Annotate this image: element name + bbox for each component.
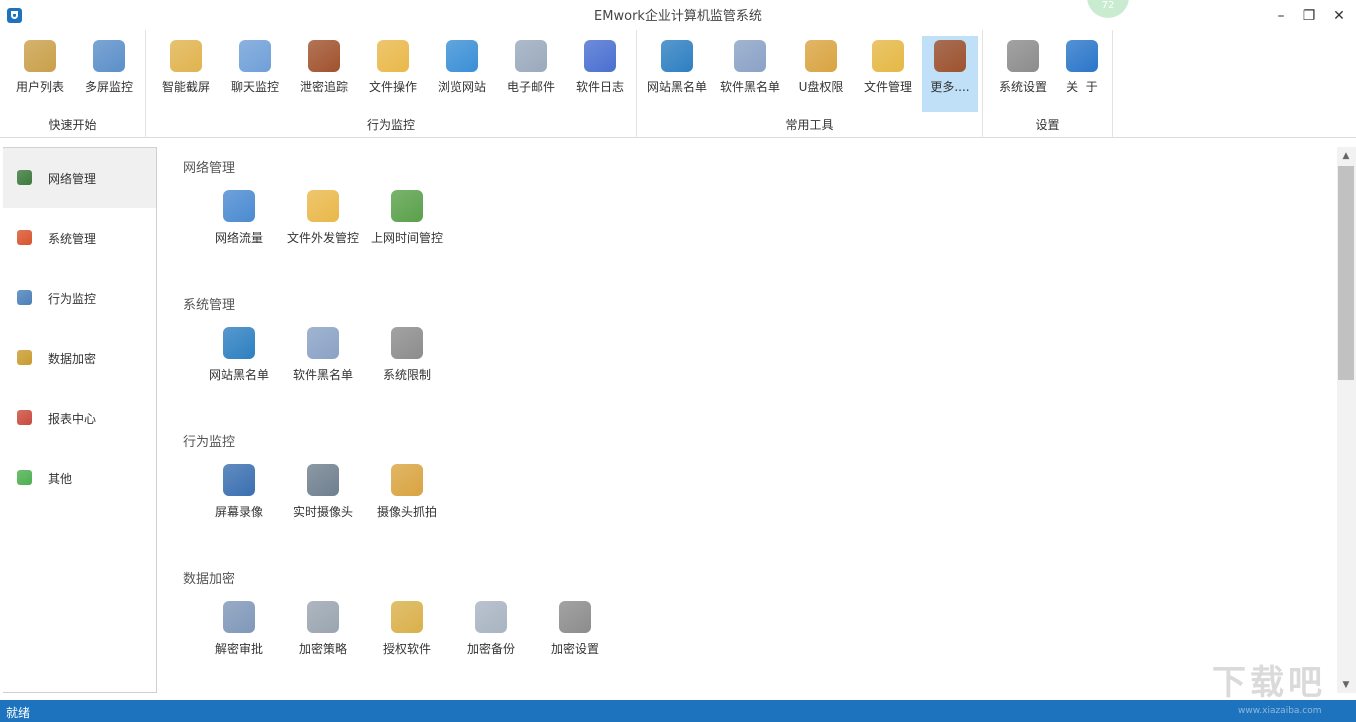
multi-screen-icon (93, 40, 125, 72)
window-block-icon (734, 40, 766, 72)
content-panel: 网络管理 网络流量 文件外发管控 上网时间管控 系统管理 网站黑名单 软件黑名单… (157, 147, 1337, 693)
browse-web-button[interactable]: 浏览网站 (428, 36, 496, 112)
blocks-icon (17, 470, 32, 485)
nav-item-reports[interactable]: 报表中心 (3, 388, 156, 448)
multi-screen-button[interactable]: 多屏监控 (75, 36, 143, 112)
software-log-button[interactable]: 软件日志 (566, 36, 634, 112)
gears-icon (559, 601, 591, 633)
toolbox-icon (934, 40, 966, 72)
usb-permission-button[interactable]: U盘权限 (789, 36, 853, 112)
lock-icon (17, 350, 32, 365)
network-traffic-item[interactable]: 网络流量 (199, 190, 279, 246)
section-title-behavior: 行为监控 (183, 431, 235, 450)
globe-block-icon (661, 40, 693, 72)
system-restriction-item[interactable]: 系统限制 (367, 327, 447, 383)
speedometer-icon (223, 190, 255, 222)
encrypt-policy-item[interactable]: 加密策略 (283, 601, 363, 657)
ribbon-group-label: 设置 (983, 116, 1112, 133)
mail-icon (515, 40, 547, 72)
nav-item-encryption[interactable]: 数据加密 (3, 328, 156, 388)
encrypt-settings-item[interactable]: 加密设置 (535, 601, 615, 657)
decrypt-approval-item[interactable]: 解密审批 (199, 601, 279, 657)
encrypt-backup-item[interactable]: 加密备份 (451, 601, 531, 657)
chat-monitor-button[interactable]: 聊天监控 (221, 36, 289, 112)
status-text: 就绪 (6, 706, 30, 720)
nav-item-behavior[interactable]: 行为监控 (3, 268, 156, 328)
software-blacklist-item[interactable]: 软件黑名单 (283, 327, 363, 383)
website-blacklist-item[interactable]: 网站黑名单 (199, 327, 279, 383)
encrypt-policy-icon (307, 601, 339, 633)
screen-recording-item[interactable]: 屏幕录像 (199, 464, 279, 520)
ribbon-group-settings: 系统设置 关 于 设置 (983, 30, 1113, 138)
usb-gear-icon (805, 40, 837, 72)
window-title: EMwork企业计算机监管系统 (0, 5, 1356, 24)
globe-clock-icon (391, 190, 423, 222)
camera-capture-icon (391, 464, 423, 496)
file-outgoing-control-item[interactable]: 文件外发管控 (283, 190, 363, 246)
more-button[interactable]: 更多.... (922, 36, 978, 112)
status-bar: 就绪 (0, 700, 1356, 722)
watermark-logo: 下载吧 (1212, 655, 1352, 700)
leak-tracking-button[interactable]: 泄密追踪 (290, 36, 358, 112)
folder-globe-icon (872, 40, 904, 72)
ribbon-toolbar: 用户列表 多屏监控 快速开始 智能截屏 聊天监控 泄密追踪 文件操作 浏览网站 (0, 30, 1356, 138)
ribbon-group-label: 快速开始 (0, 116, 145, 133)
authorized-software-item[interactable]: 授权软件 (367, 601, 447, 657)
network-icon (17, 170, 32, 185)
tools-icon (391, 327, 423, 359)
ribbon-group-label: 常用工具 (637, 116, 982, 133)
ribbon-group-quickstart: 用户列表 多屏监控 快速开始 (0, 30, 146, 138)
users-list-button[interactable]: 用户列表 (6, 36, 74, 112)
about-button[interactable]: 关 于 (1053, 36, 1111, 112)
email-button[interactable]: 电子邮件 (497, 36, 565, 112)
infinity-icon (584, 40, 616, 72)
section-title-network: 网络管理 (183, 157, 235, 176)
ribbon-group-tools: 网站黑名单 软件黑名单 U盘权限 文件管理 更多.... 常用工具 (637, 30, 983, 138)
website-blacklist-button[interactable]: 网站黑名单 (643, 36, 711, 112)
binoculars-icon (307, 464, 339, 496)
backup-icon (475, 601, 507, 633)
nav-item-network[interactable]: 网络管理 (3, 148, 156, 208)
license-icon (391, 601, 423, 633)
file-operation-button[interactable]: 文件操作 (359, 36, 427, 112)
ribbon-group-label: 行为监控 (146, 116, 636, 133)
users-icon (24, 40, 56, 72)
live-camera-item[interactable]: 实时摄像头 (283, 464, 363, 520)
file-management-button[interactable]: 文件管理 (855, 36, 921, 112)
chat-icon (239, 40, 271, 72)
ribbon-group-behavior: 智能截屏 聊天监控 泄密追踪 文件操作 浏览网站 电子邮件 软件日志 行为监控 (146, 30, 637, 138)
section-title-system: 系统管理 (183, 294, 235, 313)
nav-item-other[interactable]: 其他 (3, 448, 156, 508)
globe-block-icon (223, 327, 255, 359)
left-navigation: 网络管理 系统管理 行为监控 数据加密 报表中心 其他 (3, 147, 157, 693)
minimize-button[interactable]: – (1271, 6, 1291, 26)
magnifier-icon (17, 290, 32, 305)
scroll-up-arrow-icon[interactable]: ▲ (1338, 148, 1354, 164)
folder-out-icon (307, 190, 339, 222)
internet-time-control-item[interactable]: 上网时间管控 (367, 190, 447, 246)
pie-chart-icon (17, 410, 32, 425)
watermark-url: www.xiazaiba.com (1238, 706, 1322, 716)
software-blacklist-button[interactable]: 软件黑名单 (716, 36, 784, 112)
scrollbar-thumb[interactable] (1338, 166, 1354, 380)
system-settings-button[interactable]: 系统设置 (989, 36, 1057, 112)
camera-capture-item[interactable]: 摄像头抓拍 (367, 464, 447, 520)
smart-screenshot-button[interactable]: 智能截屏 (152, 36, 220, 112)
close-button[interactable]: ✕ (1329, 6, 1349, 26)
info-icon (1066, 40, 1098, 72)
windows-icon (17, 230, 32, 245)
decrypt-icon (223, 601, 255, 633)
gear-icon (1007, 40, 1039, 72)
section-title-encryption: 数据加密 (183, 568, 235, 587)
file-icon (377, 40, 409, 72)
title-bar: EMwork企业计算机监管系统 72 – ❐ ✕ (0, 0, 1356, 30)
screenshot-icon (170, 40, 202, 72)
window-block-icon (307, 327, 339, 359)
briefcase-icon (308, 40, 340, 72)
compass-icon (446, 40, 478, 72)
film-icon (223, 464, 255, 496)
restore-button[interactable]: ❐ (1299, 6, 1319, 26)
nav-item-system[interactable]: 系统管理 (3, 208, 156, 268)
